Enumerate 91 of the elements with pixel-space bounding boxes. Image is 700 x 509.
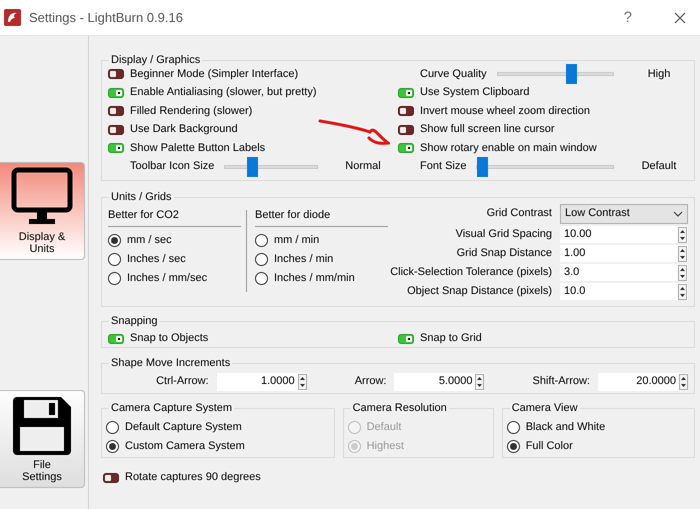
toggle-switch[interactable] xyxy=(398,88,414,98)
radio-button[interactable] xyxy=(255,272,268,286)
number-field[interactable]: 3.0 xyxy=(560,264,688,281)
radio-button[interactable] xyxy=(255,253,268,266)
toggle-switch[interactable] xyxy=(108,143,124,154)
sidebar-button[interactable]: Display & Units xyxy=(0,162,85,260)
close-icon[interactable] xyxy=(674,12,686,24)
slider-label: Font Size xyxy=(420,160,466,174)
toggle-switch[interactable] xyxy=(108,124,124,135)
toggle-label: Rotate captures 90 degrees xyxy=(125,471,261,484)
toggle-label: Show full screen line cursor xyxy=(420,123,555,136)
option-label: Black and White xyxy=(526,420,606,434)
option-label: Default xyxy=(366,420,402,434)
slider-value: Normal xyxy=(344,160,382,174)
stepper-icon[interactable] xyxy=(298,374,307,390)
window-title: Settings - LightBurn 0.9.16 xyxy=(29,10,183,26)
toggle-label: Use Dark Background xyxy=(130,123,238,136)
field-label: Arrow: xyxy=(354,375,386,389)
radio-button[interactable] xyxy=(108,253,121,266)
option-label: Full Color xyxy=(526,440,573,454)
stepper-icon[interactable] xyxy=(678,264,687,280)
toggle-switch[interactable] xyxy=(108,334,124,344)
toggle-label: Use System Clipboard xyxy=(420,86,530,100)
toggle-switch[interactable] xyxy=(108,69,124,80)
toggle-switch[interactable] xyxy=(398,334,414,344)
group-title: Display / Graphics xyxy=(109,53,202,67)
slider-label: Toolbar Icon Size xyxy=(130,160,214,174)
field-label: Grid Contrast xyxy=(486,207,552,221)
toggle-label: Snap to Grid xyxy=(420,332,482,346)
number-field[interactable]: 1.0000 xyxy=(216,373,307,391)
slider-thumb[interactable] xyxy=(566,64,578,84)
number-field[interactable]: 10.0 xyxy=(560,283,688,300)
radio-button[interactable] xyxy=(506,421,520,434)
option-label: Inches / mm/sec xyxy=(127,272,208,286)
toggle-switch[interactable] xyxy=(108,88,124,98)
app-logo-icon xyxy=(4,9,21,26)
option-label: Custom Camera System xyxy=(125,440,245,454)
option-label: mm / min xyxy=(274,234,320,248)
number-field[interactable]: 10.00 xyxy=(560,226,688,243)
chevron-down-icon xyxy=(673,211,683,217)
group-title: Snapping xyxy=(109,314,160,328)
radio-button[interactable] xyxy=(255,234,268,248)
stepper-icon[interactable] xyxy=(679,374,688,390)
stepper-icon[interactable] xyxy=(475,374,484,390)
slider-thumb[interactable] xyxy=(246,156,258,177)
group-title: Shape Move Increments xyxy=(109,356,232,370)
radio-button[interactable] xyxy=(506,440,520,453)
toggle-label: Invert mouse wheel zoom direction xyxy=(420,104,590,118)
toggle-switch[interactable] xyxy=(398,124,414,135)
toggle-switch[interactable] xyxy=(398,106,414,116)
toggle-label: Snap to Objects xyxy=(130,332,208,346)
toggle-label: Show Palette Button Labels xyxy=(130,142,266,155)
field-label: Ctrl-Arrow: xyxy=(156,375,209,389)
slider-thumb[interactable] xyxy=(476,156,488,177)
column-heading: Better for diode xyxy=(255,204,388,228)
radio-button[interactable] xyxy=(108,234,121,248)
toggle-label: Show rotary enable on main window xyxy=(420,142,597,155)
stepper-icon[interactable] xyxy=(678,246,687,262)
option-label: Inches / min xyxy=(274,253,334,266)
toggle-label: Enable Antialiasing (slower, but pretty) xyxy=(130,86,316,100)
number-field[interactable]: 1.00 xyxy=(560,245,688,262)
slider-value: High xyxy=(646,68,672,81)
sidebar-button[interactable]: File Settings xyxy=(0,390,85,488)
field-label: Click-Selection Tolerance (pixels) xyxy=(390,266,552,280)
slider-label: Curve Quality xyxy=(420,68,487,81)
option-label: Default Capture System xyxy=(125,420,242,434)
toggle-switch[interactable] xyxy=(398,143,414,154)
option-label: Highest xyxy=(366,440,404,454)
help-button[interactable]: ? xyxy=(624,8,632,26)
option-label: mm / sec xyxy=(127,234,172,248)
radio-button[interactable] xyxy=(106,421,119,434)
field-label: Object Snap Distance (pixels) xyxy=(407,284,552,298)
toggle-label: Filled Rendering (slower) xyxy=(130,104,252,118)
group-title: Camera Capture System xyxy=(109,401,234,415)
field-label: Grid Snap Distance xyxy=(456,246,552,260)
toggle-switch[interactable] xyxy=(108,106,124,116)
toggle-label: Beginner Mode (Simpler Interface) xyxy=(130,68,298,81)
number-field[interactable]: 5.0000 xyxy=(394,373,484,391)
field-label: Shift-Arrow: xyxy=(532,375,590,389)
option-label: Inches / sec xyxy=(127,253,186,266)
column-heading: Better for CO2 xyxy=(108,204,241,228)
stepper-icon[interactable] xyxy=(678,284,687,300)
radio-button[interactable] xyxy=(108,272,121,286)
slider-value: Default xyxy=(640,160,678,174)
radio-button[interactable] xyxy=(106,440,119,453)
field-label: Visual Grid Spacing xyxy=(456,228,552,242)
stepper-icon[interactable] xyxy=(678,226,687,242)
option-label: Inches / mm/min xyxy=(274,272,355,286)
dropdown[interactable]: Low Contrast xyxy=(560,204,688,224)
toggle-switch[interactable] xyxy=(103,472,119,483)
number-field[interactable]: 20.0000 xyxy=(598,373,688,391)
